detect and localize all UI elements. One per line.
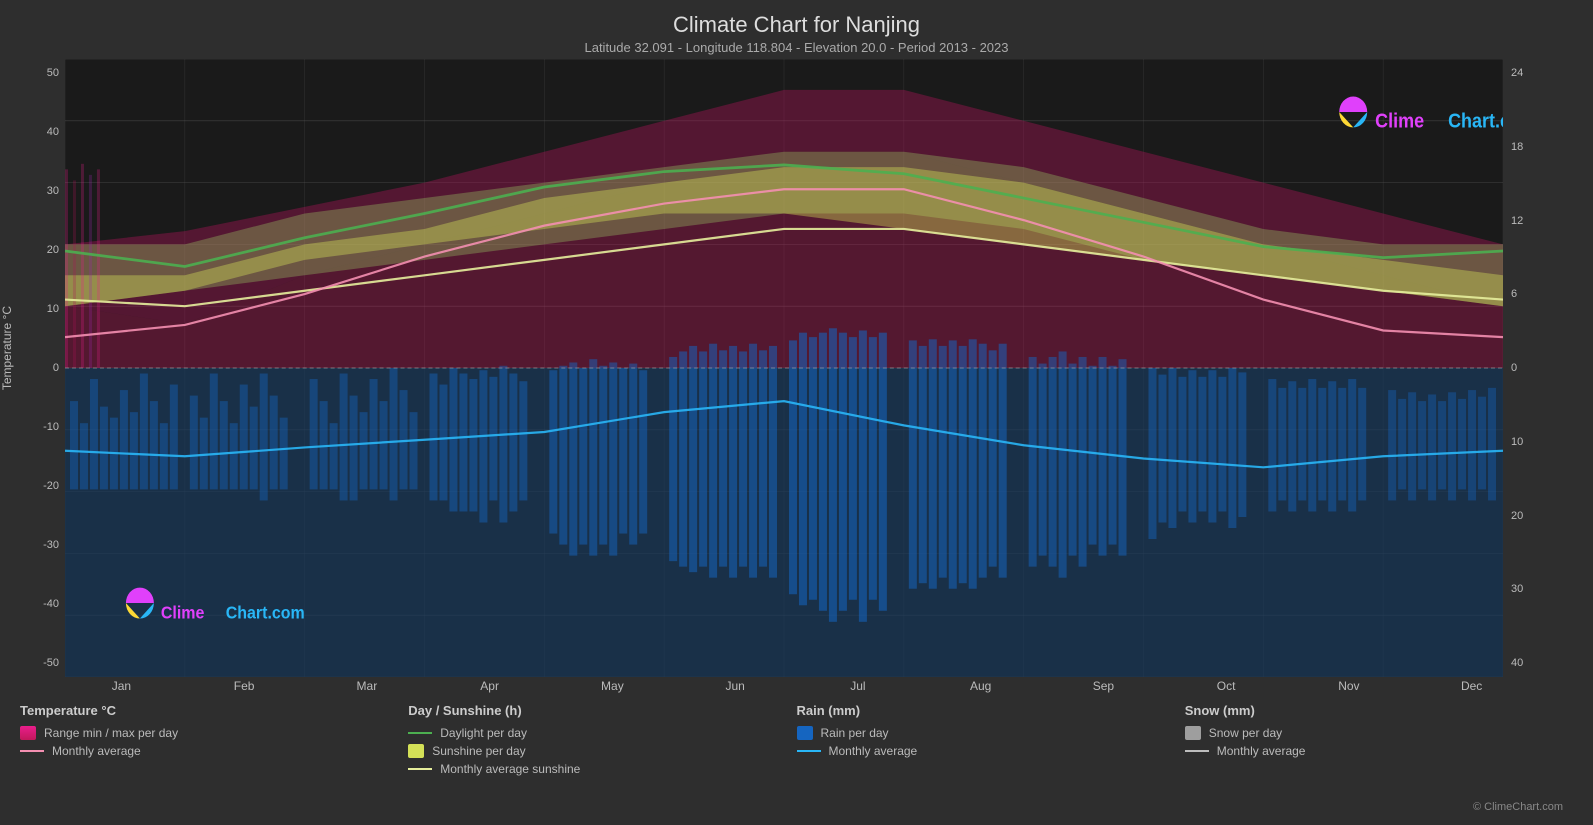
- chart-area: Temperature °C 50 40 30 20 10 0 -10 -20 …: [10, 59, 1583, 677]
- legend-col-rain: Rain (mm) Rain per day Monthly average: [797, 703, 1185, 817]
- chart-title: Climate Chart for Nanjing: [0, 12, 1593, 38]
- legend-label-daylight: Daylight per day: [440, 726, 527, 740]
- legend-label-temp-avg: Monthly average: [52, 744, 141, 758]
- legend-title-temperature: Temperature °C: [20, 703, 408, 718]
- legend-swatch-sunshine: [408, 744, 424, 758]
- svg-text:Clime: Clime: [161, 603, 204, 623]
- month-apr: Apr: [428, 679, 551, 693]
- legend-item-sunshine-avg: Monthly average sunshine: [408, 762, 796, 776]
- legend-label-sunshine-bar: Sunshine per day: [432, 744, 525, 758]
- chart-main: Clime Chart.com Clime Chart.com: [65, 59, 1503, 677]
- legend-item-daylight: Daylight per day: [408, 726, 796, 740]
- y-axis-left: Temperature °C 50 40 30 20 10 0 -10 -20 …: [10, 59, 65, 677]
- month-jan: Jan: [60, 679, 183, 693]
- month-mar: Mar: [306, 679, 429, 693]
- legend-title-rain: Rain (mm): [797, 703, 1185, 718]
- header: Climate Chart for Nanjing Latitude 32.09…: [0, 0, 1593, 59]
- legend-area: Temperature °C Range min / max per day M…: [0, 695, 1593, 825]
- legend-line-temp-avg: [20, 750, 44, 752]
- svg-text:Chart.com: Chart.com: [226, 603, 305, 623]
- chart-subtitle: Latitude 32.091 - Longitude 118.804 - El…: [0, 40, 1593, 55]
- legend-label-snow-avg: Monthly average: [1217, 744, 1306, 758]
- legend-line-snow-avg: [1185, 750, 1209, 752]
- legend-label-sunshine-avg: Monthly average sunshine: [440, 762, 580, 776]
- legend-title-sunshine: Day / Sunshine (h): [408, 703, 796, 718]
- legend-col-snow: Snow (mm) Snow per day Monthly average ©…: [1185, 703, 1573, 817]
- legend-swatch-rain: [797, 726, 813, 740]
- legend-item-snow-bar: Snow per day: [1185, 726, 1573, 740]
- chart-svg: Clime Chart.com Clime Chart.com: [65, 59, 1503, 677]
- page-wrapper: Climate Chart for Nanjing Latitude 32.09…: [0, 0, 1593, 825]
- legend-item-snow-avg: Monthly average: [1185, 744, 1573, 758]
- legend-label-rain-avg: Monthly average: [829, 744, 918, 758]
- month-sep: Sep: [1042, 679, 1165, 693]
- x-axis: Jan Feb Mar Apr May Jun Jul Aug Sep Oct …: [60, 677, 1533, 695]
- month-may: May: [551, 679, 674, 693]
- legend-item-sunshine-bar: Sunshine per day: [408, 744, 796, 758]
- legend-item-temp-avg: Monthly average: [20, 744, 408, 758]
- month-jun: Jun: [674, 679, 797, 693]
- legend-swatch-temp-range: [20, 726, 36, 740]
- legend-label-rain-bar: Rain per day: [821, 726, 889, 740]
- legend-col-sunshine: Day / Sunshine (h) Daylight per day Suns…: [408, 703, 796, 817]
- y-axis-left-label: Temperature °C: [0, 306, 14, 390]
- legend-line-rain-avg: [797, 750, 821, 752]
- legend-label-temp-range: Range min / max per day: [44, 726, 178, 740]
- legend-title-snow: Snow (mm): [1185, 703, 1573, 718]
- legend-label-snow-bar: Snow per day: [1209, 726, 1282, 740]
- copyright: © ClimeChart.com: [1473, 801, 1563, 813]
- legend-item-temp-range: Range min / max per day: [20, 726, 408, 740]
- month-aug: Aug: [919, 679, 1042, 693]
- month-oct: Oct: [1165, 679, 1288, 693]
- month-nov: Nov: [1288, 679, 1411, 693]
- svg-text:Chart.com: Chart.com: [1448, 111, 1503, 133]
- legend-col-temperature: Temperature °C Range min / max per day M…: [20, 703, 408, 817]
- legend-item-rain-bar: Rain per day: [797, 726, 1185, 740]
- legend-swatch-snow: [1185, 726, 1201, 740]
- legend-line-sunshine-avg: [408, 768, 432, 770]
- month-feb: Feb: [183, 679, 306, 693]
- legend-line-daylight: [408, 732, 432, 734]
- svg-text:Clime: Clime: [1375, 111, 1424, 133]
- legend-item-rain-avg: Monthly average: [797, 744, 1185, 758]
- month-jul: Jul: [797, 679, 920, 693]
- y-axis-right: Day / Sunshine (h) Rain / Snow (mm) 24 1…: [1503, 59, 1583, 677]
- month-dec: Dec: [1410, 679, 1533, 693]
